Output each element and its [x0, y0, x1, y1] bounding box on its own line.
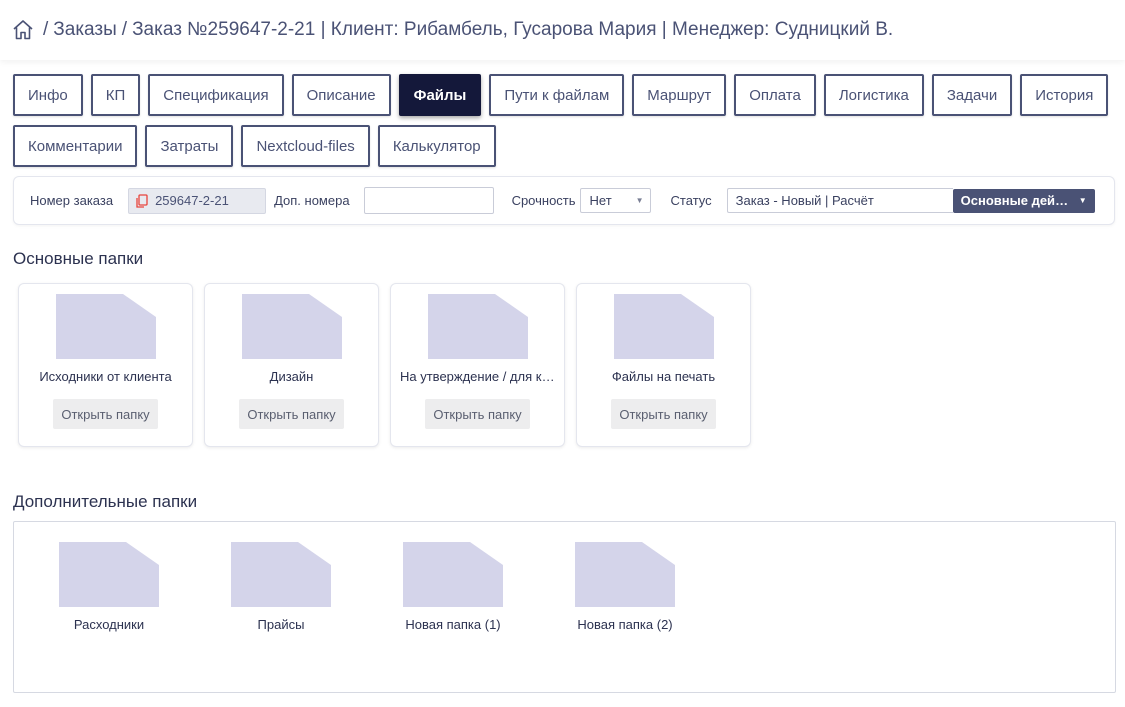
folder-icon [59, 542, 159, 607]
tab-costs[interactable]: Затраты [145, 125, 234, 167]
order-number-label: Номер заказа [30, 193, 114, 208]
extra-folder-item[interactable]: Новая папка (1) [378, 542, 550, 632]
folder-name: Файлы на печать [611, 369, 716, 384]
urgency-label: Срочность [511, 193, 576, 208]
status-label: Статус [670, 193, 712, 208]
breadcrumb-current-order: Заказ №259647-2-21 | Клиент: Рибамбель, … [132, 19, 894, 40]
order-info-bar: Номер заказа 259647-2-21 Доп. номера Сро… [13, 176, 1115, 225]
breadcrumb-orders-link[interactable]: Заказы [53, 19, 117, 41]
tab-route[interactable]: Маршрут [632, 74, 727, 116]
folder-icon [241, 294, 342, 359]
folder-icon [613, 294, 714, 359]
tab-row-2: Комментарии Затраты Nextcloud-files Каль… [13, 125, 1113, 167]
tab-history[interactable]: История [1020, 74, 1109, 116]
folder-icon [403, 542, 503, 607]
folder-card[interactable]: Исходники от клиента Открыть папку [18, 283, 193, 447]
status-field[interactable]: Заказ - Новый | Расчёт [726, 188, 953, 213]
folder-name: Прайсы [257, 617, 305, 632]
tab-kp[interactable]: КП [90, 74, 141, 116]
folder-card[interactable]: На утверждение / для клиента Открыть пап… [390, 283, 565, 447]
tab-comments[interactable]: Комментарии [13, 125, 138, 167]
tab-row-1: Инфо КП Спецификация Описание Файлы Пути… [13, 74, 1113, 116]
open-folder-button[interactable]: Открыть папку [611, 399, 716, 429]
folder-card[interactable]: Файлы на печать Открыть папку [576, 283, 751, 447]
breadcrumb: / Заказы / Заказ №259647-2-21 | Клиент: … [0, 0, 1125, 60]
order-number-value: 259647-2-21 [155, 193, 229, 208]
folder-name: На утверждение / для клиента [400, 369, 555, 384]
tab-logistics[interactable]: Логистика [823, 74, 924, 116]
main-folders-list: Исходники от клиента Открыть папку Дизай… [18, 283, 751, 447]
home-icon[interactable] [12, 19, 34, 41]
folder-name: Новая папка (2) [577, 617, 673, 632]
urgency-select[interactable]: Нет ▼ [579, 188, 651, 213]
status-value: Заказ - Новый | Расчёт [735, 193, 874, 208]
tab-file-paths[interactable]: Пути к файлам [489, 74, 625, 116]
extra-numbers-label: Доп. номера [274, 193, 350, 208]
folder-icon [575, 542, 675, 607]
extra-numbers-input[interactable] [363, 187, 494, 214]
open-folder-button[interactable]: Открыть папку [425, 399, 530, 429]
extra-folder-item[interactable]: Новая папка (2) [550, 542, 722, 632]
tab-bar: Инфо КП Спецификация Описание Файлы Пути… [13, 74, 1113, 176]
extra-folders-title: Дополнительные папки [13, 492, 198, 511]
extra-folder-item[interactable]: Прайсы [206, 542, 378, 632]
open-folder-button[interactable]: Открыть папку [239, 399, 344, 429]
tab-files[interactable]: Файлы [398, 74, 482, 116]
breadcrumb-separator: / [43, 19, 49, 40]
copy-icon[interactable] [135, 193, 149, 208]
extra-folders-panel: Расходники Прайсы Новая папка (1) Новая … [13, 521, 1116, 693]
tab-specification[interactable]: Спецификация [148, 74, 284, 116]
folder-icon [427, 294, 528, 359]
caret-down-icon: ▼ [1078, 196, 1087, 205]
folder-name: Расходники [73, 617, 145, 632]
folder-icon [55, 294, 156, 359]
main-actions-label: Основные действия [960, 193, 1073, 208]
order-number-field[interactable]: 259647-2-21 [128, 187, 267, 214]
tab-payment[interactable]: Оплата [734, 74, 816, 116]
tab-tasks[interactable]: Задачи [931, 74, 1013, 116]
folder-card[interactable]: Дизайн Открыть папку [204, 283, 379, 447]
main-folders-title: Основные папки [13, 249, 144, 268]
tab-info[interactable]: Инфо [13, 74, 83, 116]
urgency-value: Нет [589, 193, 612, 208]
open-folder-button[interactable]: Открыть папку [53, 399, 158, 429]
main-actions-button[interactable]: Основные действия ▼ [952, 188, 1095, 213]
folder-name: Дизайн [269, 369, 314, 384]
breadcrumb-separator: / [121, 19, 128, 40]
tab-calculator[interactable]: Калькулятор [377, 125, 496, 167]
folder-icon [231, 542, 331, 607]
caret-down-icon: ▼ [635, 196, 644, 205]
tab-description[interactable]: Описание [291, 74, 391, 116]
extra-folder-item[interactable]: Расходники [34, 542, 206, 632]
tab-nextcloud-files[interactable]: Nextcloud-files [241, 125, 370, 167]
folder-name: Исходники от клиента [39, 369, 172, 384]
folder-name: Новая папка (1) [405, 617, 501, 632]
extra-folders-list: Расходники Прайсы Новая папка (1) Новая … [34, 542, 722, 632]
